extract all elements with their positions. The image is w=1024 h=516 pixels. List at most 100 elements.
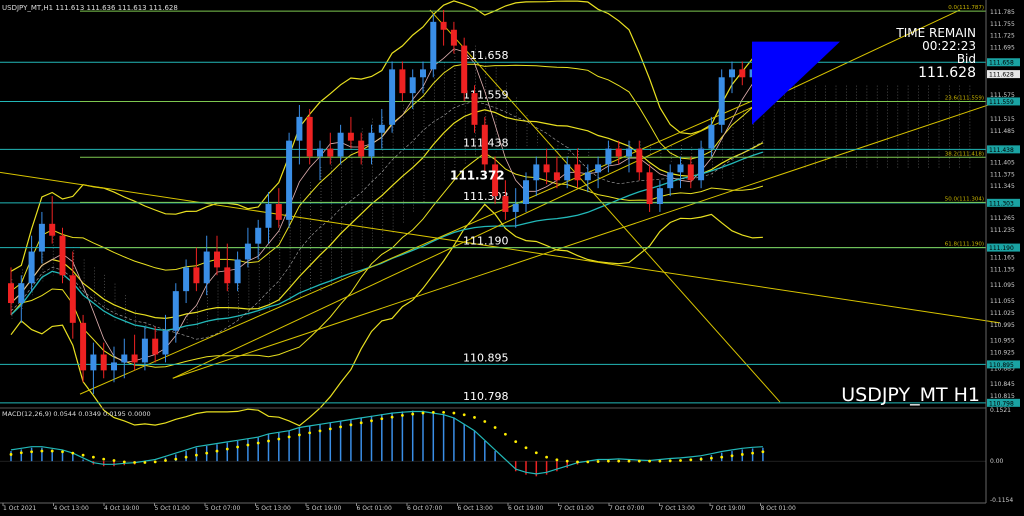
candle-body — [584, 172, 591, 181]
price-axis-tick: 111.055 — [990, 298, 1015, 305]
candle-body — [595, 164, 602, 173]
price-axis-tick: 111.235 — [990, 227, 1015, 234]
macd-header: MACD(12,26,9) 0.0544 0.0349 0.0195 0.000… — [2, 410, 151, 418]
macd-signal-dot — [534, 451, 538, 455]
time-axis-label: 7 Oct 19:00 — [710, 505, 745, 512]
time-axis-label: 8 Oct 01:00 — [761, 505, 796, 512]
fibonacci-level-label: 38.2(111.418) — [945, 151, 984, 157]
candle-body — [615, 148, 622, 157]
macd-signal-dot — [576, 460, 579, 464]
candle-body — [131, 354, 138, 363]
chart-canvas[interactable]: 0.0(111.787) 23.6(111.559) 38.2(111.418) 50… — [0, 0, 1024, 512]
macd-signal-dot — [658, 459, 662, 463]
candle-body — [512, 204, 519, 212]
time-axis-label: 7 Oct 13:00 — [660, 505, 695, 512]
price-axis-tick: 111.725 — [990, 33, 1015, 40]
candle-body — [234, 259, 241, 284]
price-axis-tick: 111.135 — [990, 266, 1015, 273]
candle-body — [523, 180, 529, 205]
macd-signal-dot — [184, 455, 188, 459]
macd-signal-dot — [143, 461, 147, 464]
price-axis-tick: 111.695 — [990, 45, 1015, 52]
macd-signal-dot — [19, 451, 23, 455]
macd-signal-dot — [205, 451, 209, 455]
macd-signal-dot — [164, 459, 167, 462]
current-price-marker: 111.372 — [450, 169, 505, 183]
candle-body — [49, 223, 56, 236]
candle-body — [636, 148, 643, 173]
macd-signal-dot — [339, 425, 342, 429]
candle-body — [265, 204, 272, 228]
candle-body — [543, 164, 550, 173]
macd-signal-dot — [246, 443, 250, 447]
macd-signal-dot — [349, 423, 353, 427]
candle-body — [420, 69, 426, 78]
candle-body — [667, 172, 674, 189]
macd-signal-dot — [102, 457, 106, 461]
macd-signal-dot — [215, 449, 219, 453]
macd-signal-dot — [133, 461, 137, 464]
time-axis-label: 6 Oct 13:00 — [458, 505, 493, 512]
macd-signal-dot — [411, 412, 415, 416]
macd-signal-dot — [256, 441, 260, 445]
candle-body — [677, 164, 684, 173]
macd-signal-dot — [504, 432, 507, 436]
macd-signal-dot — [71, 451, 75, 455]
time-axis-label: 6 Oct 07:00 — [407, 505, 442, 512]
macd-signal-dot — [431, 410, 435, 414]
time-axis-label: 4 Oct 13:00 — [54, 505, 89, 512]
macd-signal-dot — [277, 437, 281, 441]
price-level-label: 111.190 — [463, 235, 509, 248]
fibonacci-level-label: 23.6(111.559) — [945, 95, 984, 101]
macd-signal-dot — [462, 413, 466, 417]
macd-signal-dot — [555, 458, 559, 462]
macd-signal-dot — [740, 453, 744, 456]
macd-signal-dot — [81, 453, 85, 457]
price-axis-tick: 111.095 — [990, 282, 1015, 289]
macd-signal-dot — [9, 453, 13, 456]
macd-axis-tick: -0.1154 — [990, 497, 1013, 504]
candle-body — [152, 338, 159, 355]
candle-body — [162, 330, 169, 355]
macd-signal-dot — [730, 454, 734, 458]
candle-body — [275, 204, 282, 220]
chart-window[interactable]: 0.0(111.787) 23.6(111.559) 38.2(111.418) 50… — [0, 0, 1024, 512]
candle-body — [626, 148, 632, 157]
time-remain-label: TIME REMAIN — [895, 26, 976, 40]
candle-body — [687, 164, 694, 181]
price-level-label: 110.798 — [463, 390, 509, 403]
macd-signal-dot — [648, 459, 651, 463]
symbol-watermark: USDJPY_MT H1 — [841, 384, 980, 406]
candle-body — [69, 275, 76, 323]
candle-body — [59, 235, 66, 276]
candle-body — [553, 172, 560, 181]
time-axis-label: 6 Oct 19:00 — [508, 505, 543, 512]
fibonacci-level-label: 61.8(111.190) — [945, 242, 984, 248]
time-axis-label: 7 Oct 01:00 — [559, 505, 594, 512]
candle-body — [172, 291, 179, 331]
macd-signal-dot — [710, 456, 713, 460]
candle-body — [141, 338, 148, 363]
macd-signal-dot — [565, 459, 569, 463]
candle-body — [698, 148, 705, 181]
candle-body — [461, 45, 468, 94]
macd-signal-dot — [318, 429, 322, 433]
fibonacci-level-label: 0.0(111.787) — [948, 5, 984, 11]
macd-signal-dot — [514, 440, 518, 444]
macd-signal-dot — [401, 414, 404, 417]
time-axis-label: 1 Oct 2021 — [3, 505, 36, 512]
candle-body — [18, 283, 25, 304]
macd-signal-dot — [668, 459, 672, 463]
candle-body — [121, 354, 128, 363]
candle-body — [358, 140, 365, 157]
candle-body — [409, 77, 416, 94]
price-axis-tick: 111.165 — [990, 254, 1015, 261]
macd-signal-dot — [637, 459, 641, 463]
candle-body — [564, 164, 571, 181]
time-axis-label: 5 Oct 01:00 — [155, 505, 190, 512]
candle-body — [471, 93, 478, 125]
macd-signal-dot — [473, 416, 476, 419]
macd-signal-dot — [30, 450, 33, 454]
candle-body — [729, 69, 735, 78]
candle-body — [90, 354, 97, 371]
